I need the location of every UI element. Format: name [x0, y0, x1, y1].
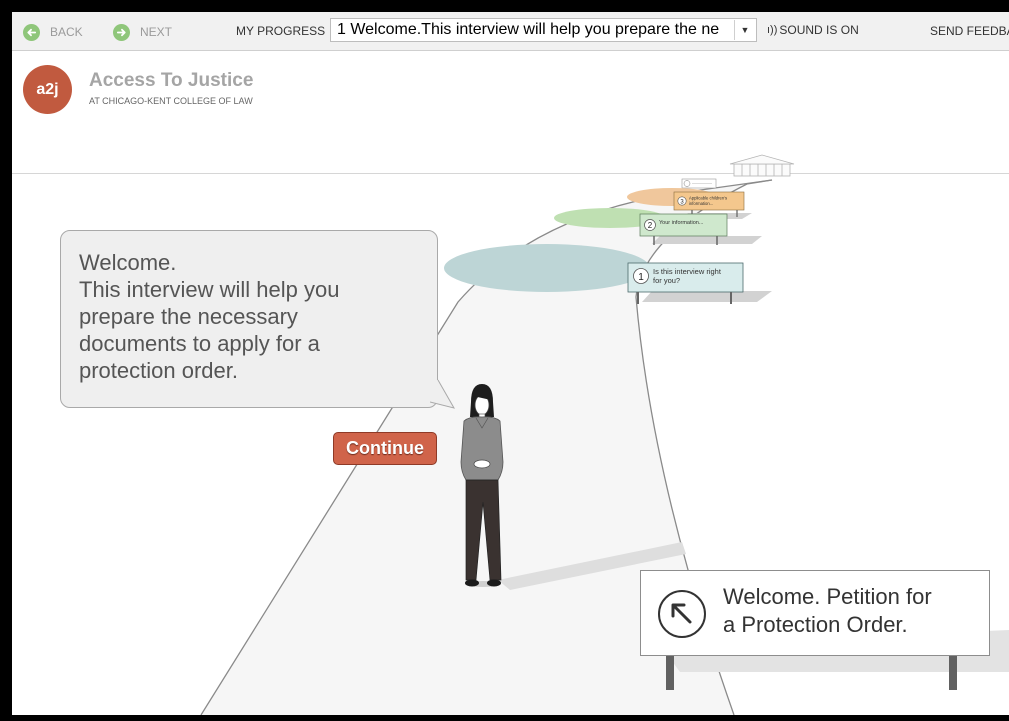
road-sign-4	[681, 178, 717, 189]
sign-1-disc	[444, 244, 650, 292]
sign-1-text-2: for you?	[653, 276, 680, 285]
courthouse-icon	[729, 154, 795, 177]
continue-button[interactable]: Continue	[333, 432, 437, 465]
sign-line: Welcome. Petition for	[723, 584, 932, 609]
bubble-text: Welcome. This interview will help you pr…	[79, 249, 339, 384]
sign-1-text-1: Is this interview right	[653, 267, 722, 276]
sign-3-text-2: information...	[689, 201, 713, 206]
sign-2-text: Your information...	[659, 220, 704, 226]
bubble-line: Welcome.	[79, 250, 177, 275]
sign-line: a Protection Order.	[723, 612, 908, 637]
arrow-up-left-icon	[658, 590, 706, 638]
bubble-line: protection order.	[79, 358, 238, 383]
sign-3-text-1: Applicable children's	[689, 196, 727, 201]
sign-post-right	[949, 656, 957, 690]
sign-1-number: 1	[638, 272, 644, 283]
window-frame: BACK NEXT MY PROGRESS 1 Welcome.This int…	[0, 0, 1009, 721]
step-title-sign: Welcome. Petition for a Protection Order…	[640, 570, 990, 656]
bubble-tail	[430, 379, 456, 409]
bubble-line: This interview will help you	[79, 277, 340, 302]
sign-text: Welcome. Petition for a Protection Order…	[723, 583, 932, 639]
bubble-line: documents to apply for a	[79, 331, 320, 356]
sign-post-left	[666, 656, 674, 690]
speech-bubble: Welcome. This interview will help you pr…	[60, 230, 438, 408]
sign-2-number: 2	[648, 221, 653, 230]
bubble-line: prepare the necessary	[79, 304, 298, 329]
app-stage: BACK NEXT MY PROGRESS 1 Welcome.This int…	[12, 12, 1009, 715]
